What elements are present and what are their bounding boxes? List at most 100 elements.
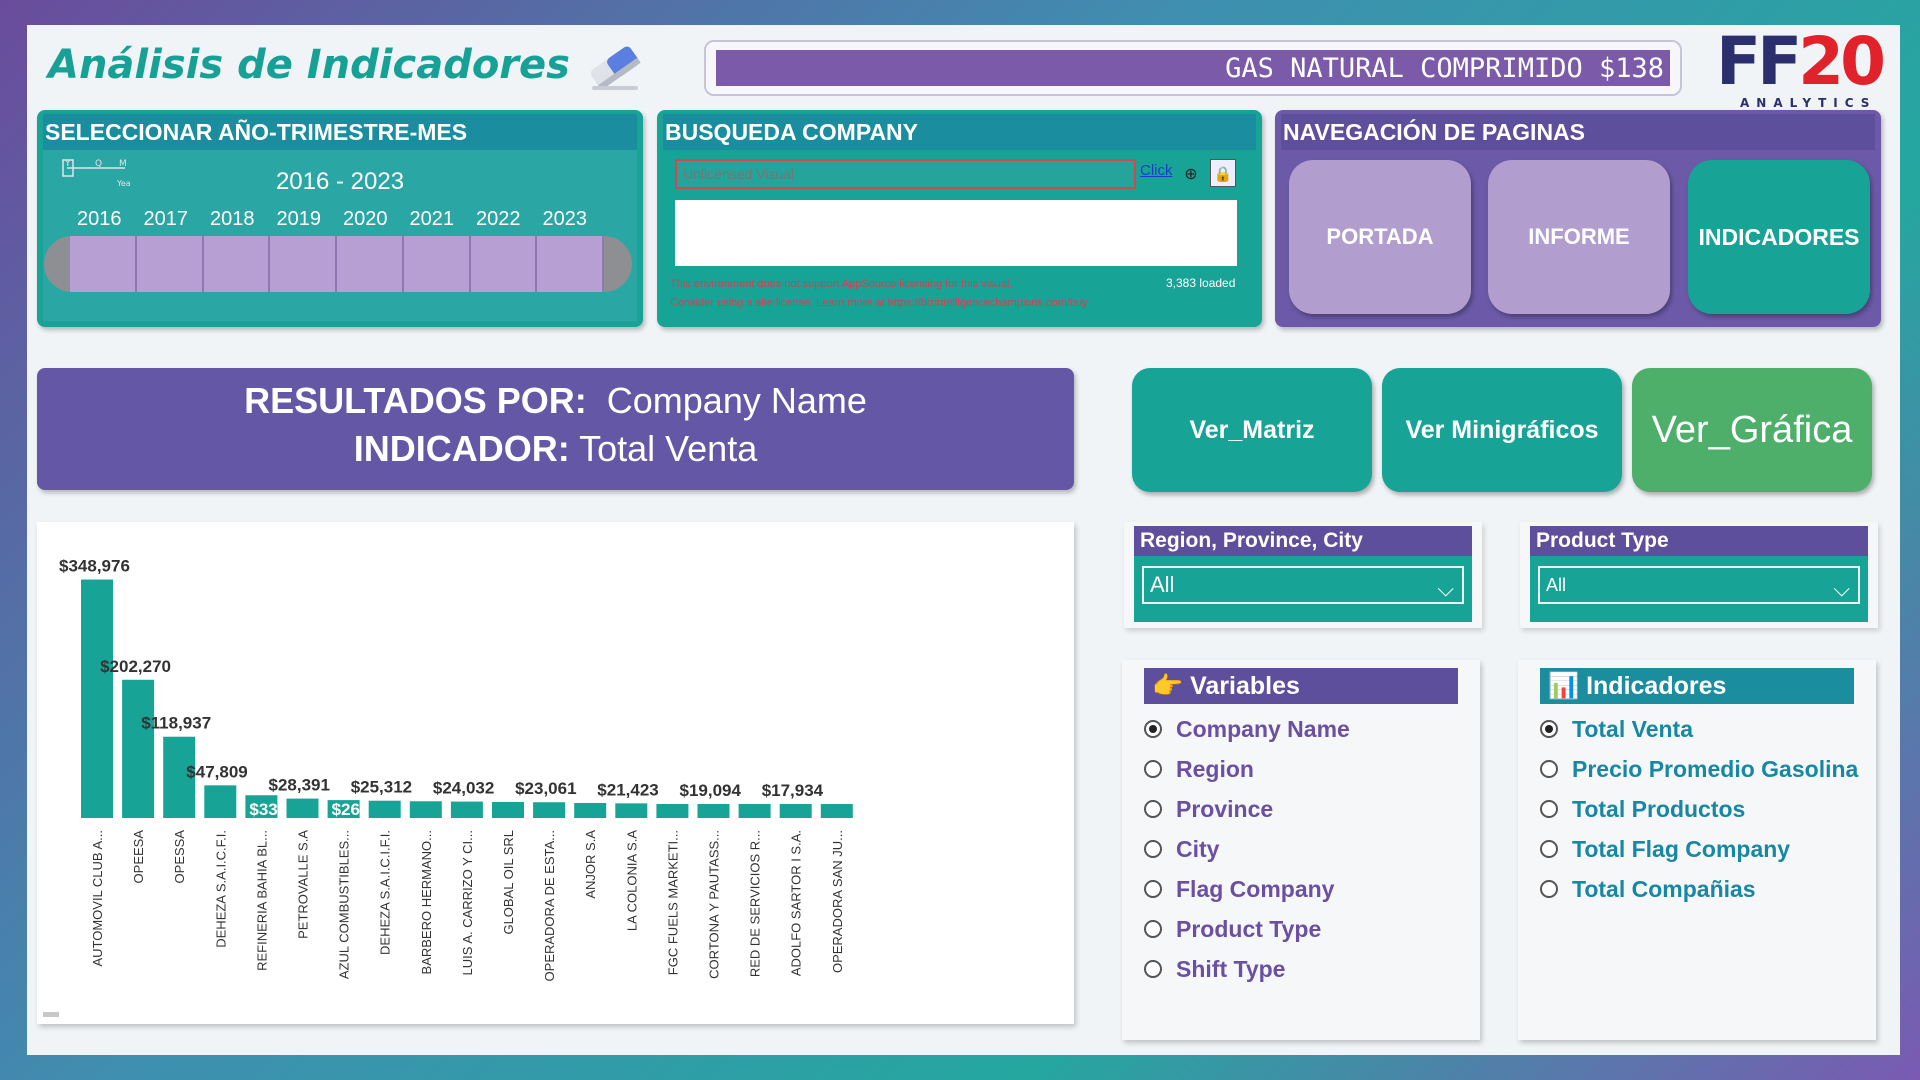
indicator-option[interactable]: Total Venta — [1540, 712, 1693, 746]
variable-option[interactable]: City — [1144, 832, 1219, 866]
company-search-input[interactable] — [675, 159, 1136, 189]
variable-option[interactable]: Shift Type — [1144, 952, 1285, 986]
chart-category-label: AZUL COMBUSTIBLES... — [337, 830, 352, 979]
radio-button[interactable] — [1144, 720, 1162, 738]
variable-option[interactable]: Company Name — [1144, 712, 1350, 746]
region-filter-panel: Region, Province, City All ⌵ — [1124, 522, 1482, 628]
indicator-option[interactable]: Total Flag Company — [1540, 832, 1790, 866]
ticker-text: GAS NATURAL COMPRIMIDO $138 — [1225, 53, 1664, 84]
chart-bar[interactable] — [286, 798, 319, 818]
chart-category-label: OPERADORA DE ESTA... — [542, 830, 557, 981]
chart-data-label: $47,809 — [186, 762, 247, 781]
indicators-title: 📊 Indicadores — [1540, 668, 1854, 704]
logo-text-20: 20 — [1798, 23, 1886, 100]
radio-button[interactable] — [1144, 760, 1162, 778]
nav-button-portada[interactable]: PORTADA — [1289, 160, 1471, 314]
navigation-title: NAVEGACIÓN DE PAGINAS — [1281, 114, 1875, 150]
variable-option-label: City — [1176, 835, 1220, 862]
loaded-count: 3,383 loaded — [1166, 276, 1236, 290]
eraser-icon[interactable] — [580, 38, 650, 94]
year-label: 2016 — [77, 208, 122, 230]
company-logo: FF20 ANALYTICS — [1716, 23, 1886, 111]
radio-button[interactable] — [1540, 880, 1558, 898]
radio-button[interactable] — [1144, 800, 1162, 818]
variable-option[interactable]: Flag Company — [1144, 872, 1334, 906]
logo-text-ff: FF — [1716, 23, 1802, 100]
radio-button[interactable] — [1144, 840, 1162, 858]
timeline-cell-2018[interactable] — [203, 236, 271, 292]
add-circle-icon[interactable]: ⊕ — [1180, 163, 1202, 185]
nav-button-indicadores[interactable]: INDICADORES — [1688, 160, 1870, 314]
company-search-title: BUSQUEDA COMPANY — [663, 114, 1256, 150]
search-click-link[interactable]: Click — [1140, 162, 1173, 179]
chart-bar[interactable] — [574, 802, 607, 818]
timeline-cell-2017[interactable] — [136, 236, 204, 292]
indicator-option[interactable]: Total Compañias — [1540, 872, 1756, 906]
year-label: 2022 — [476, 208, 521, 230]
chart-bar[interactable] — [368, 800, 401, 818]
chart-bar[interactable] — [204, 785, 237, 818]
chart-bar[interactable] — [492, 801, 524, 818]
product-filter-dropdown[interactable]: All ⌵ — [1538, 566, 1860, 604]
view-sparklines-button[interactable]: Ver Minigráficos — [1382, 368, 1622, 492]
page-title: Análisis de Indicadores — [48, 42, 570, 88]
chart-bar[interactable] — [81, 579, 113, 818]
radio-button[interactable] — [1540, 800, 1558, 818]
variable-option[interactable]: Province — [1144, 792, 1273, 826]
chart-bar[interactable] — [656, 804, 689, 818]
radio-button[interactable] — [1144, 960, 1162, 978]
chart-category-label: LA COLONIA S.A — [624, 830, 639, 931]
chevron-down-icon[interactable]: ⌵ — [1437, 572, 1454, 606]
bar-chart-icon: 📊 — [1548, 672, 1580, 700]
variable-option-label: Region — [1176, 755, 1254, 782]
view-matrix-button[interactable]: Ver_Matriz — [1132, 368, 1372, 492]
product-filter-panel: Product Type All ⌵ — [1520, 522, 1878, 628]
chart-bar[interactable] — [779, 804, 812, 818]
timeline-cell-2023[interactable] — [537, 236, 604, 292]
bar-chart: $348,976 AUTOMOVIL CLUB A... $202,270 OPEES… — [43, 557, 853, 1017]
chart-data-label: $25,312 — [351, 778, 412, 797]
timeline-cell-2016[interactable] — [70, 236, 137, 292]
variable-option[interactable]: Region — [1144, 752, 1254, 786]
chart-bar[interactable] — [409, 801, 442, 818]
timeline-cell-2019[interactable] — [270, 236, 337, 292]
timeline-cell-2021[interactable] — [403, 236, 471, 292]
chart-bar[interactable] — [820, 804, 853, 818]
year-label: 2017 — [143, 208, 189, 230]
results-label: RESULTADOS POR: — [244, 380, 587, 421]
chart-bar[interactable] — [697, 804, 730, 818]
radio-button[interactable] — [1540, 720, 1558, 738]
lock-icon[interactable]: 🔒 — [1210, 159, 1236, 187]
indicator-label: INDICADOR: — [353, 428, 570, 469]
chart-data-label: $17,934 — [762, 781, 824, 800]
pointing-hand-icon: 👉 — [1152, 672, 1184, 700]
variable-option-label: Shift Type — [1176, 955, 1286, 982]
chart-bar[interactable] — [450, 801, 483, 818]
chart-bar[interactable] — [122, 679, 155, 818]
variables-title: 👉 Variables — [1144, 668, 1458, 704]
timeline-cell-2022[interactable] — [470, 236, 538, 292]
indicator-option[interactable]: Precio Promedio Gasolina — [1540, 752, 1858, 786]
chart-bar[interactable] — [533, 802, 566, 818]
chart-scrollbar[interactable] — [43, 1012, 59, 1017]
nav-button-informe[interactable]: INFORME — [1488, 160, 1670, 314]
variable-option[interactable]: Product Type — [1144, 912, 1321, 946]
timeline-cell-2020[interactable] — [337, 236, 404, 292]
region-filter-dropdown[interactable]: All ⌵ — [1142, 566, 1464, 604]
radio-button[interactable] — [1144, 920, 1162, 938]
year-label: 2023 — [542, 208, 588, 230]
year-label: 2018 — [210, 208, 255, 230]
license-warning-line2: Consider using a site license. Learn mor… — [670, 297, 1088, 309]
timeline-slider[interactable] — [44, 236, 632, 292]
radio-button[interactable] — [1540, 760, 1558, 778]
indicator-value: Total Venta — [579, 428, 758, 469]
company-search-results[interactable] — [675, 200, 1237, 266]
chart-bar[interactable] — [738, 804, 771, 818]
radio-button[interactable] — [1144, 880, 1162, 898]
chart-bar[interactable] — [615, 803, 648, 818]
chevron-down-icon[interactable]: ⌵ — [1833, 572, 1850, 606]
results-header: RESULTADOS POR: Company Name INDICADOR: … — [37, 368, 1074, 490]
radio-button[interactable] — [1540, 840, 1558, 858]
indicator-option[interactable]: Total Productos — [1540, 792, 1745, 826]
view-chart-button[interactable]: Ver_Gráfica — [1632, 368, 1872, 492]
